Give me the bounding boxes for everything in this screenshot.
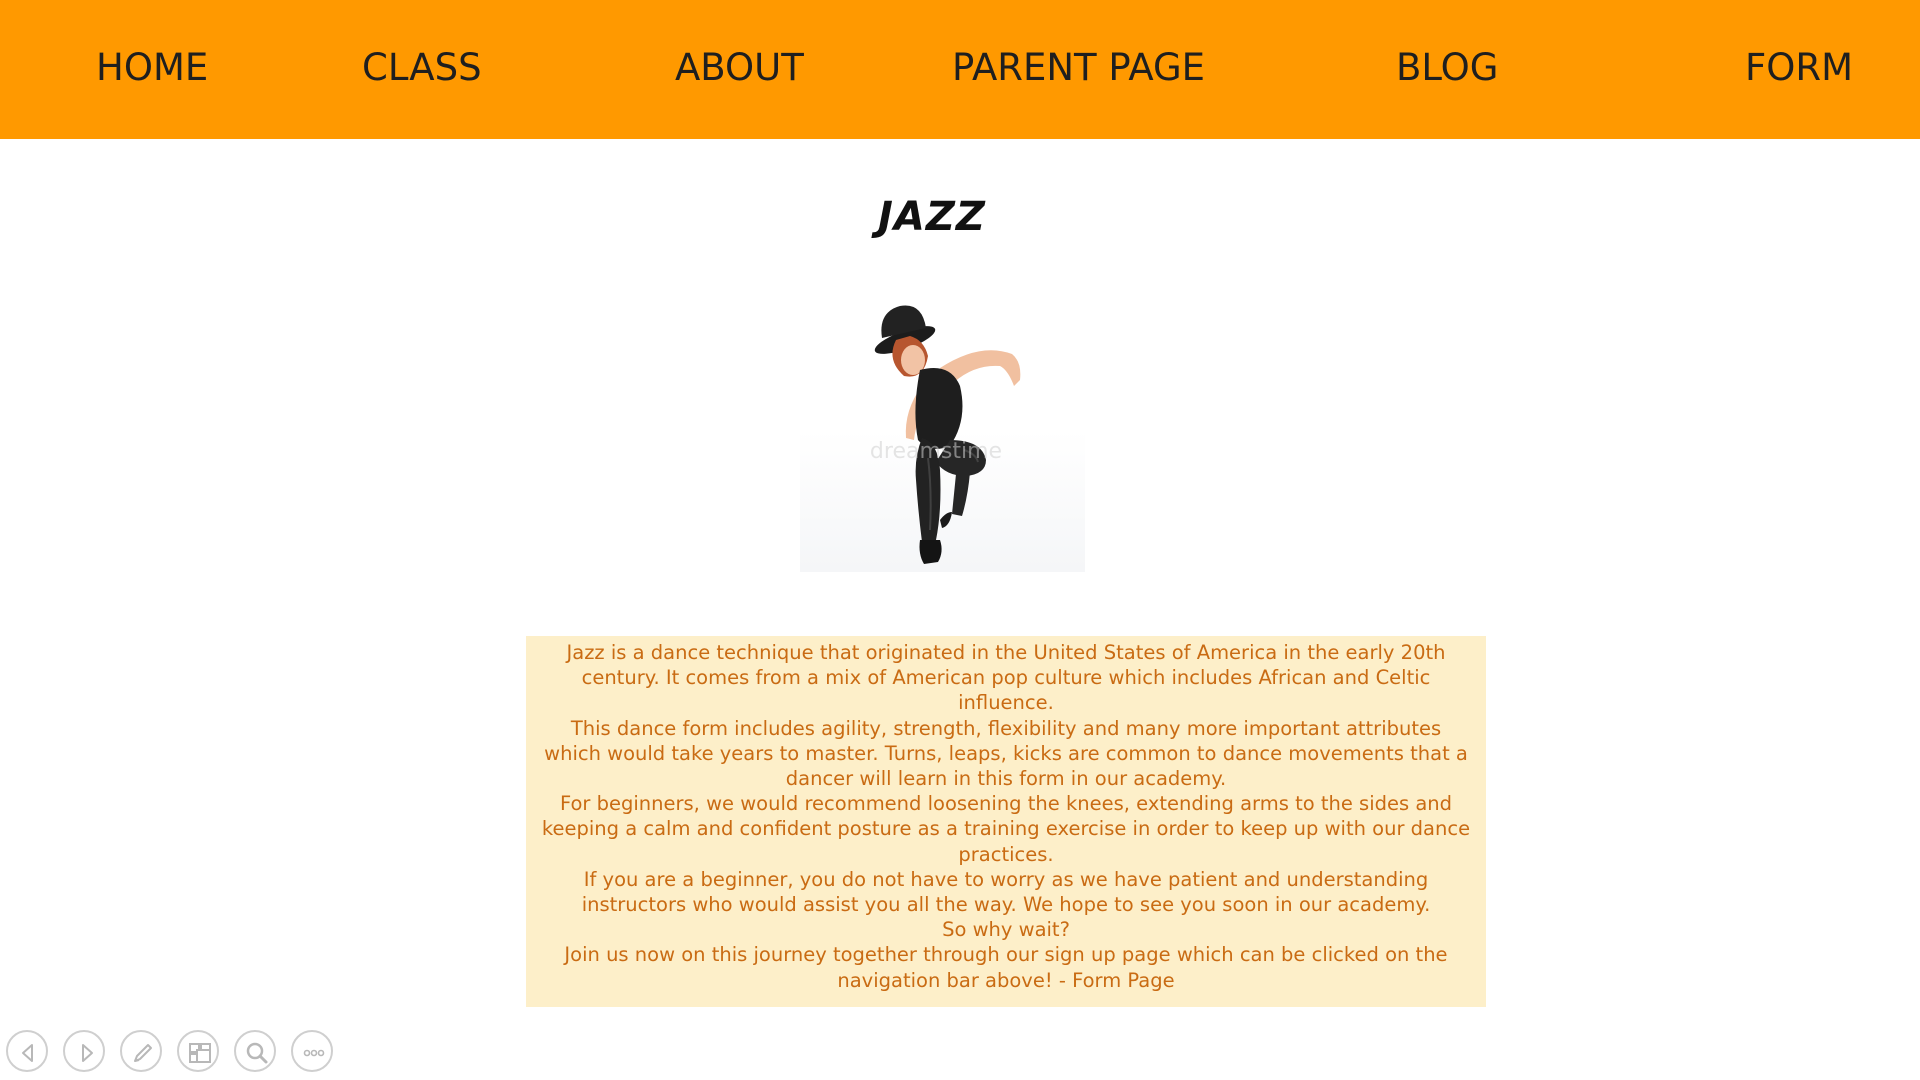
nav-parent-page-link[interactable]: PARENT PAGE [952,46,1205,89]
nav-class-link[interactable]: CLASS [362,46,482,89]
nav-about-link[interactable]: ABOUT [675,46,804,89]
jazz-description: Jazz is a dance technique that originate… [526,636,1486,1007]
description-paragraph-5: So why wait? [942,918,1070,942]
see-all-slides-button[interactable] [177,1030,219,1072]
zoom-button[interactable] [234,1030,276,1072]
previous-slide-button[interactable] [6,1030,48,1072]
presentation-slide: HOME CLASS ABOUT PARENT PAGE BLOG FORM J… [0,0,1920,1080]
next-slide-button[interactable] [63,1030,105,1072]
image-watermark: dreamstime [870,439,1002,464]
next-icon [82,1044,93,1062]
page-title: JAZZ [878,194,986,240]
pen-icon [134,1044,152,1062]
description-paragraph-3: For beginners, we would recommend loosen… [541,792,1471,866]
description-paragraph-4: If you are a beginner, you do not have t… [581,867,1431,917]
more-options-button[interactable] [291,1030,333,1072]
top-navbar: HOME CLASS ABOUT PARENT PAGE BLOG FORM [0,0,1920,139]
zoom-icon [246,1042,268,1064]
jazz-dancer-image: dreamstime [800,290,1085,572]
slides-icon [189,1043,211,1063]
nav-blog-link[interactable]: BLOG [1396,46,1498,89]
nav-form-link[interactable]: FORM [1745,46,1853,89]
nav-home-link[interactable]: HOME [96,46,208,89]
pen-tool-button[interactable] [120,1030,162,1072]
description-paragraph-6: Join us now on this journey together thr… [564,943,1448,992]
description-paragraph-2: This dance form includes agility, streng… [544,716,1468,791]
more-icon [303,1049,325,1057]
previous-icon [22,1044,33,1062]
description-paragraph-1: Jazz is a dance technique that originate… [566,641,1446,715]
